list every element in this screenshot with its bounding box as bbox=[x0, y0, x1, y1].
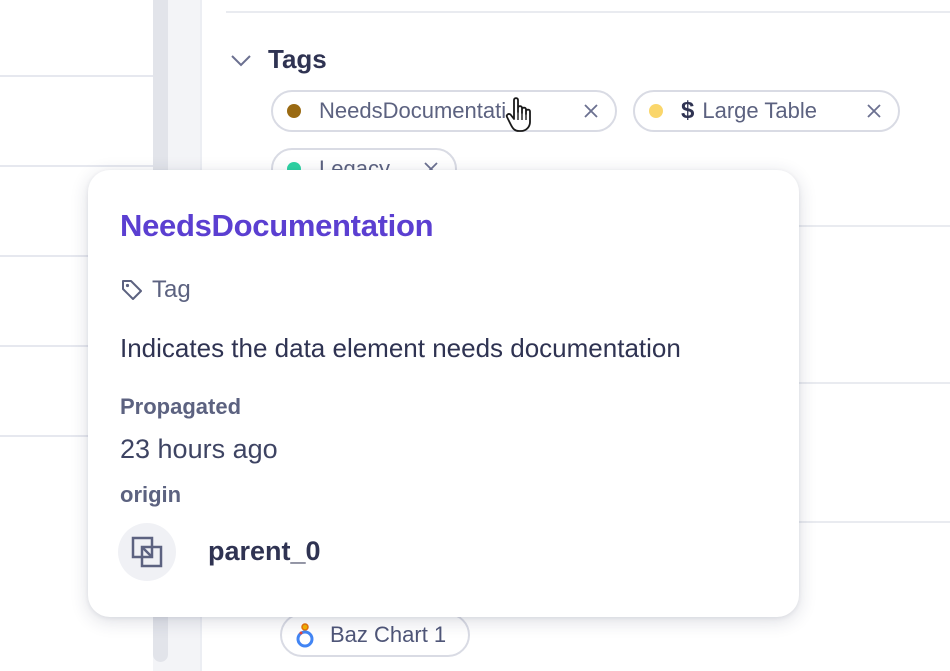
tags-section-title: Tags bbox=[268, 44, 327, 74]
propagated-label: Propagated bbox=[120, 394, 242, 419]
dollar-icon: $ bbox=[681, 97, 695, 124]
close-icon[interactable] bbox=[583, 103, 599, 119]
origin-entity-link[interactable]: parent_0 bbox=[208, 536, 321, 567]
hand-pointer-icon bbox=[505, 97, 531, 132]
tag-color-dot bbox=[649, 104, 663, 118]
row-divider bbox=[0, 165, 153, 167]
chevron-down-icon[interactable] bbox=[230, 52, 252, 68]
origin-label: origin bbox=[120, 482, 182, 507]
popover-description: Indicates the data element needs documen… bbox=[120, 333, 681, 363]
related-chart-chip[interactable]: Baz Chart 1 bbox=[280, 613, 471, 657]
tag-chip-large-table[interactable]: $ Large Table bbox=[633, 90, 900, 132]
related-chart-label: Baz Chart 1 bbox=[330, 622, 447, 647]
tag-icon bbox=[122, 280, 142, 300]
close-icon[interactable] bbox=[866, 103, 882, 119]
popover-type-label: Tag bbox=[152, 276, 191, 303]
popover-title[interactable]: NeedsDocumentation bbox=[120, 208, 434, 244]
row-divider bbox=[0, 75, 153, 77]
tag-label: Large Table bbox=[702, 98, 817, 123]
section-divider bbox=[226, 11, 950, 13]
propagated-time: 23 hours ago bbox=[120, 434, 278, 464]
origin-avatar bbox=[118, 523, 176, 581]
dataset-icon bbox=[131, 536, 163, 568]
tag-chip-needsdocumentation[interactable]: NeedsDocumentati... bbox=[271, 90, 617, 132]
tag-hover-card: NeedsDocumentation Tag Indicates the dat… bbox=[88, 170, 799, 617]
chart-logo-icon bbox=[296, 623, 314, 648]
tag-color-dot bbox=[287, 104, 301, 118]
